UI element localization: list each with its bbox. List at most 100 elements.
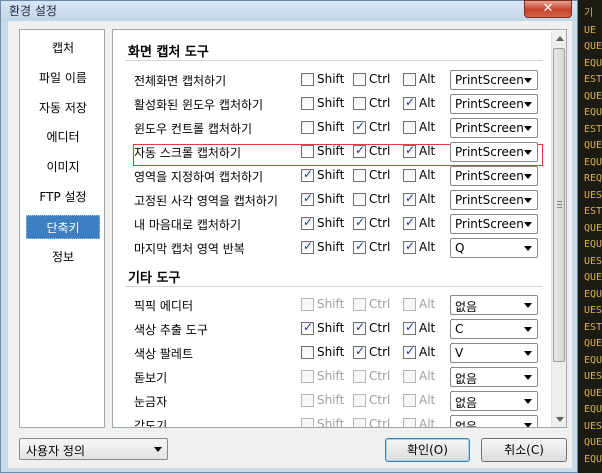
shift-checkbox[interactable] [301, 73, 314, 86]
alt-checkbox[interactable] [403, 344, 416, 359]
ctrl-checkbox[interactable] [353, 143, 366, 158]
background-code-line: EQU [584, 404, 602, 415]
key-dropdown[interactable]: PrintScreen [450, 118, 538, 138]
ctrl-checkbox[interactable] [353, 169, 366, 182]
key-dropdown[interactable]: PrintScreen [450, 190, 538, 210]
ctrl-checkbox[interactable] [353, 97, 366, 110]
ctrl-checkbox[interactable] [353, 320, 366, 335]
hotkey-row-label: 돋보기 [134, 371, 168, 385]
sidebar-item[interactable]: 에디터 [26, 125, 100, 149]
hotkey-row: 각도기 Shift Ctrl Alt 없음 [113, 413, 553, 428]
hotkey-row: 색상 팔레트 Shift Ctrl Alt V [113, 341, 553, 365]
shift-checkbox[interactable] [301, 320, 314, 335]
key-dropdown[interactable]: 없음 [450, 391, 538, 411]
shift-checkbox[interactable] [301, 121, 314, 134]
alt-checkbox[interactable] [403, 143, 416, 158]
key-dropdown[interactable]: C [450, 319, 538, 339]
ctrl-checkbox[interactable] [353, 119, 366, 134]
key-dropdown[interactable]: PrintScreen [450, 70, 538, 90]
settings-dialog: 환경 설정 ✕ 캡처 파일 이름 자동 저장 에디터 이미지 FTP 설정 단축키 정보 화면… [0, 0, 578, 473]
key-dropdown[interactable]: PrintScreen [450, 166, 538, 186]
sidebar-item[interactable]: 정보 [26, 245, 100, 269]
shift-checkbox[interactable] [301, 346, 314, 359]
alt-checkbox[interactable] [403, 298, 416, 311]
alt-checkbox[interactable] [403, 418, 416, 427]
ctrl-checkbox-label: Ctrl [369, 393, 391, 407]
ctrl-checkbox[interactable] [353, 215, 366, 230]
background-code-line: EQU [584, 354, 602, 366]
key-dropdown[interactable]: PrintScreen [450, 142, 538, 162]
alt-checkbox[interactable] [403, 191, 416, 206]
key-dropdown[interactable]: 없음 [450, 295, 538, 315]
key-dropdown[interactable]: Q [450, 238, 538, 258]
sidebar-item[interactable]: 캡처 [26, 36, 100, 60]
ctrl-checkbox[interactable] [353, 239, 366, 254]
cancel-button[interactable]: 취소(C) [481, 438, 567, 462]
scroll-down-icon[interactable] [552, 412, 566, 427]
ctrl-checkbox[interactable] [353, 193, 366, 206]
alt-checkbox[interactable] [403, 394, 416, 407]
sidebar-item[interactable]: 파일 이름 [26, 66, 100, 90]
alt-checkbox[interactable] [403, 320, 416, 335]
shift-checkbox[interactable] [301, 394, 314, 407]
ctrl-checkbox[interactable] [353, 73, 366, 86]
shift-checkbox[interactable] [301, 239, 314, 254]
ok-button[interactable]: 확인(O) [385, 438, 470, 462]
background-code-line: UE [584, 24, 597, 36]
scroll-thumb[interactable] [553, 48, 565, 362]
alt-checkbox[interactable] [403, 370, 416, 383]
sidebar-item[interactable]: 자동 저장 [26, 96, 100, 120]
background-code-line: EST [584, 206, 602, 217]
key-dropdown[interactable]: PrintScreen [450, 214, 538, 234]
shift-checkbox[interactable] [301, 145, 314, 158]
alt-checkbox-label: Alt [419, 120, 436, 134]
hotkey-row: 윈도우 컨트롤 캡처하기 Shift Ctrl Alt PrintScreen [113, 116, 553, 140]
alt-checkbox[interactable] [403, 239, 416, 254]
ctrl-checkbox-label: Ctrl [369, 417, 391, 428]
sidebar-item[interactable]: 단축키 [26, 215, 100, 239]
alt-checkbox[interactable] [403, 73, 416, 86]
alt-checkbox[interactable] [403, 121, 416, 134]
shift-checkbox-label: Shift [317, 144, 345, 158]
alt-checkbox-label: Alt [419, 321, 436, 335]
shift-checkbox[interactable] [301, 191, 314, 206]
key-dropdown[interactable]: PrintScreen [450, 94, 538, 114]
ctrl-checkbox[interactable] [353, 298, 366, 311]
alt-checkbox[interactable] [403, 169, 416, 182]
key-dropdown-value: PrintScreen [455, 217, 524, 231]
ctrl-checkbox[interactable] [353, 394, 366, 407]
background-code-line: EQU [584, 239, 602, 250]
shift-checkbox[interactable] [301, 215, 314, 230]
title-bar[interactable]: 환경 설정 ✕ [1, 0, 577, 21]
hotkey-row: 내 마음대로 캡처하기 Shift Ctrl Alt PrintScreen [113, 212, 553, 236]
sidebar-item[interactable]: FTP 설정 [26, 185, 100, 209]
key-dropdown[interactable]: V [450, 343, 538, 363]
preset-dropdown[interactable]: 사용자 정의 [19, 438, 168, 460]
key-dropdown[interactable]: 없음 [450, 367, 538, 387]
background-code-line: QUE [584, 90, 602, 102]
shift-checkbox[interactable] [301, 298, 314, 311]
sidebar-item[interactable]: 이미지 [26, 155, 100, 179]
key-dropdown-value: PrintScreen [455, 145, 524, 159]
vertical-scrollbar[interactable] [551, 31, 566, 427]
chevron-down-icon [524, 150, 532, 155]
shift-checkbox[interactable] [301, 97, 314, 110]
ctrl-checkbox[interactable] [353, 418, 366, 427]
ctrl-checkbox[interactable] [353, 344, 366, 359]
shift-checkbox[interactable] [301, 167, 314, 182]
key-dropdown-value: Q [455, 241, 465, 255]
key-dropdown[interactable]: 없음 [450, 415, 538, 427]
alt-checkbox[interactable] [403, 95, 416, 110]
hotkey-row: 마지막 캡처 영역 반복 Shift Ctrl Alt Q [113, 236, 553, 260]
hotkey-row-label: 마지막 캡처 영역 반복 [134, 242, 245, 256]
scroll-up-icon[interactable] [552, 31, 566, 46]
ctrl-checkbox[interactable] [353, 370, 366, 383]
alt-checkbox[interactable] [403, 215, 416, 230]
close-button[interactable]: ✕ [524, 0, 572, 18]
shift-checkbox[interactable] [301, 418, 314, 427]
shift-checkbox[interactable] [301, 370, 314, 383]
background-code-line: UES [584, 255, 602, 267]
background-code-line: EST [584, 74, 602, 85]
key-dropdown-value: V [455, 346, 464, 360]
alt-checkbox-label: Alt [419, 297, 436, 311]
